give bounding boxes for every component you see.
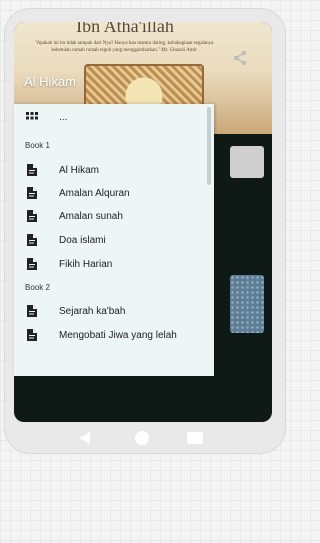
drawer-top-item-label: ... [59, 111, 68, 123]
drawer-item-label: Amalan Alquran [59, 187, 130, 199]
section-title-book-1: Book 1 [25, 141, 50, 150]
document-icon [27, 210, 37, 222]
page-title: Al Hikam [24, 74, 77, 89]
navigation-drawer: ... Book 1 Al Hikam Amalan Alquran Amala… [14, 104, 214, 376]
document-icon [27, 187, 37, 199]
document-icon [27, 234, 37, 246]
drawer-item-label: Amalan sunah [59, 210, 123, 222]
recent-apps-icon[interactable] [186, 430, 204, 446]
grid-icon [26, 112, 38, 120]
drawer-item-label: Mengobati Jiwa yang lelah [59, 329, 177, 341]
document-icon [27, 305, 37, 317]
drawer-item-label: Doa islami [59, 234, 106, 246]
drawer-item-fikih-harian[interactable]: Fikih Harian [14, 254, 214, 274]
drawer-item-doa-islami[interactable]: Doa islami [14, 230, 214, 250]
background-pattern-card [230, 275, 264, 333]
back-icon[interactable] [76, 430, 92, 446]
drawer-item-amalan-alquran[interactable]: Amalan Alquran [14, 183, 214, 203]
drawer-item-label: Sejarah ka'bah [59, 305, 126, 317]
document-icon [27, 329, 37, 341]
document-icon [27, 164, 37, 176]
drawer-top-item[interactable]: ... [14, 107, 214, 127]
drawer-item-amalan-sunah[interactable]: Amalan sunah [14, 206, 214, 226]
background-card [230, 146, 264, 178]
drawer-item-label: Al Hikam [59, 164, 100, 176]
document-icon [27, 258, 37, 270]
drawer-item-mengobati-jiwa[interactable]: Mengobati Jiwa yang lelah [14, 325, 214, 345]
share-icon[interactable] [232, 50, 248, 66]
drawer-item-sejarah-kabah[interactable]: Sejarah ka'bah [14, 301, 214, 321]
cover-quote: "Apakah ini itu tidak tampak dari Nya? H… [34, 41, 214, 53]
home-icon[interactable] [134, 430, 150, 446]
drawer-item-label: Fikih Harian [59, 258, 113, 270]
cover-title: Ibn Atha'illah [76, 22, 174, 36]
section-title-book-2: Book 2 [25, 283, 50, 292]
drawer-scrollbar[interactable] [207, 107, 211, 185]
drawer-item-al-hikam[interactable]: Al Hikam [14, 160, 214, 180]
